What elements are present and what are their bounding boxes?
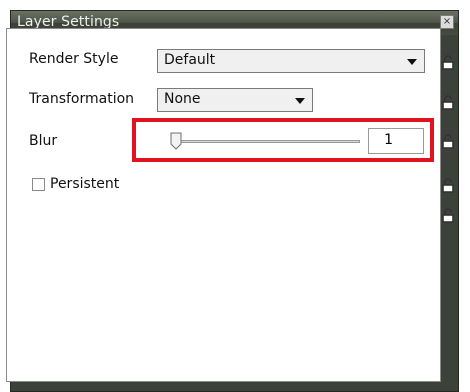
persistent-label: Persistent	[50, 176, 120, 192]
lock-icon[interactable]	[441, 208, 455, 224]
persistent-checkbox[interactable]	[32, 178, 45, 191]
lock-icon[interactable]	[441, 178, 455, 194]
lock-icon[interactable]	[441, 134, 455, 150]
render-style-label: Render Style	[29, 51, 119, 67]
blur-label: Blur	[29, 133, 58, 149]
close-icon[interactable]: ×	[440, 15, 454, 29]
transformation-value: None	[164, 91, 201, 107]
render-style-select[interactable]: Default	[157, 49, 425, 73]
transformation-label: Transformation	[29, 91, 135, 107]
render-style-value: Default	[164, 52, 216, 68]
chevron-down-icon	[407, 59, 417, 65]
transformation-select[interactable]: None	[157, 88, 313, 112]
chevron-down-icon	[295, 98, 305, 104]
settings-panel	[6, 28, 441, 382]
blur-highlight-box	[132, 118, 434, 162]
lock-icon[interactable]	[441, 55, 455, 71]
lock-icon[interactable]	[441, 95, 455, 111]
